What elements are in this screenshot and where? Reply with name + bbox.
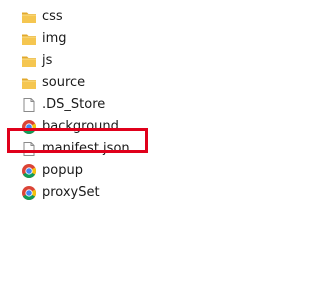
file-name: manifest.json	[42, 141, 130, 156]
file-name: css	[42, 9, 63, 24]
file-name: js	[42, 53, 53, 68]
chrome-html-icon	[21, 119, 37, 135]
file-row-img[interactable]: img	[0, 28, 266, 50]
folder-icon	[21, 75, 37, 91]
chrome-html-icon	[21, 185, 37, 201]
file-name: img	[42, 31, 67, 46]
file-row-proxyset[interactable]: proxySet	[0, 182, 266, 204]
folder-icon	[21, 53, 37, 69]
file-row-popup[interactable]: popup	[0, 160, 266, 182]
folder-icon	[21, 9, 37, 25]
file-row-js[interactable]: js	[0, 50, 266, 72]
file-name: background	[42, 119, 119, 134]
file-row-background[interactable]: background	[0, 116, 266, 138]
file-list: css img js source .DS_Store background m…	[0, 6, 266, 204]
file-row-source[interactable]: source	[0, 72, 266, 94]
file-row-css[interactable]: css	[0, 6, 266, 28]
file-name: source	[42, 75, 86, 90]
folder-icon	[21, 31, 37, 47]
file-name: .DS_Store	[42, 97, 106, 112]
file-row-ds-store[interactable]: .DS_Store	[0, 94, 266, 116]
blank-file-icon	[21, 97, 37, 113]
chrome-html-icon	[21, 163, 37, 179]
file-name: proxySet	[42, 185, 100, 200]
file-row-manifest-json[interactable]: manifest.json	[0, 138, 266, 160]
blank-file-icon	[21, 141, 37, 157]
file-name: popup	[42, 163, 83, 178]
